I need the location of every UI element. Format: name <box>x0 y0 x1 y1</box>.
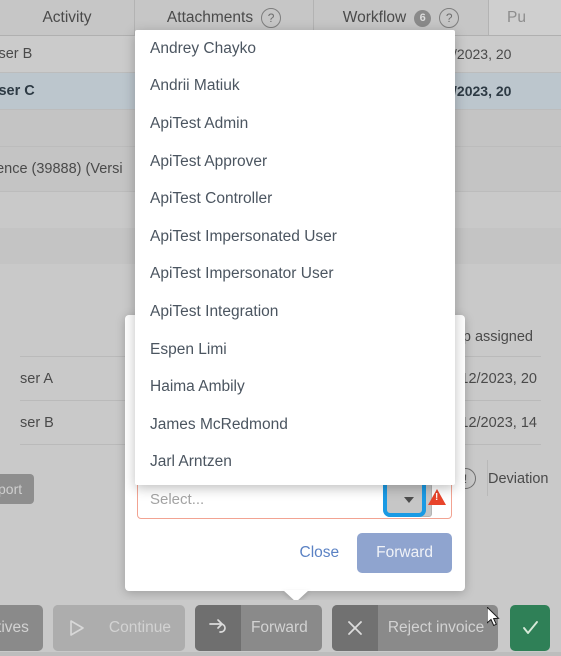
app-root: Activity Attachments ? Workflow 6 ? Pu U… <box>0 0 561 656</box>
list-item[interactable]: James McRedmond <box>135 406 455 444</box>
approve-button[interactable] <box>510 605 551 651</box>
close-button[interactable]: Close <box>296 538 344 568</box>
popover-actions: Close Forward <box>137 533 452 573</box>
assignee-select[interactable] <box>137 479 452 519</box>
continue-button[interactable]: Continue <box>52 605 185 651</box>
forward-label: Forward <box>250 619 308 636</box>
warning-triangle-icon <box>428 489 446 505</box>
list-item[interactable]: ApiTest Controller <box>135 180 455 218</box>
question-mark-icon[interactable]: ? <box>261 8 282 28</box>
chevron-down-icon[interactable] <box>386 483 432 517</box>
check-icon <box>510 605 550 651</box>
deviation-row: ! Deviation <box>455 468 548 489</box>
action-bar: ernatives Continue Forward Reject invoic… <box>0 600 561 656</box>
report-button-label: port <box>0 481 23 497</box>
list-item[interactable]: ApiTest Admin <box>135 105 455 143</box>
list-item[interactable]: Andrii Matiuk <box>135 68 455 106</box>
close-x-icon <box>331 605 378 651</box>
list-item[interactable]: ApiTest Impersonator User <box>135 256 455 294</box>
tab-attachments-label: Attachments <box>166 9 254 26</box>
tab-purchase-label: Pu <box>507 9 526 26</box>
panel-row-name: ser B <box>20 414 54 431</box>
panel-row-name: ser A <box>20 370 54 387</box>
report-button[interactable]: port <box>0 468 44 504</box>
select-input[interactable] <box>138 480 392 518</box>
list-item[interactable]: Jarl Arntzen <box>135 444 455 482</box>
window-bottom-edge <box>0 652 561 656</box>
list-item[interactable]: Andrey Chayko <box>135 30 455 68</box>
continue-label: Continue <box>108 619 171 636</box>
chevron-down-glyph <box>404 497 414 503</box>
question-mark-icon[interactable]: ? <box>439 8 460 28</box>
reject-invoice-button[interactable]: Reject invoice <box>331 605 499 651</box>
reject-invoice-label: Reject invoice <box>387 619 485 636</box>
forward-submit-button[interactable]: Forward <box>357 533 452 573</box>
mouse-pointer-icon <box>486 605 501 629</box>
list-item[interactable]: ApiTest Impersonated User <box>135 218 455 256</box>
alternatives-label: ernatives <box>0 619 29 636</box>
arrow-forward-icon <box>194 605 241 651</box>
play-triangle-icon <box>52 605 99 651</box>
forward-button[interactable]: Forward <box>194 605 322 651</box>
alternatives-button[interactable]: ernatives <box>0 605 43 651</box>
list-item[interactable]: ApiTest Integration <box>135 293 455 331</box>
tab-workflow-badge: 6 <box>414 9 432 27</box>
list-item[interactable]: ApiTest Approver <box>135 143 455 181</box>
assignee-dropdown-list[interactable]: Andrey Chayko Andrii Matiuk ApiTest Admi… <box>135 30 455 485</box>
tab-activity[interactable]: Activity <box>0 0 135 36</box>
tab-purchase[interactable]: Pu <box>489 0 561 36</box>
deviation-label: Deviation <box>488 470 549 487</box>
list-item[interactable]: Haima Ambily <box>135 368 455 406</box>
list-item[interactable]: Espen Limi <box>135 331 455 369</box>
tab-activity-label: Activity <box>42 9 92 26</box>
tab-workflow-label: Workflow <box>342 9 407 26</box>
